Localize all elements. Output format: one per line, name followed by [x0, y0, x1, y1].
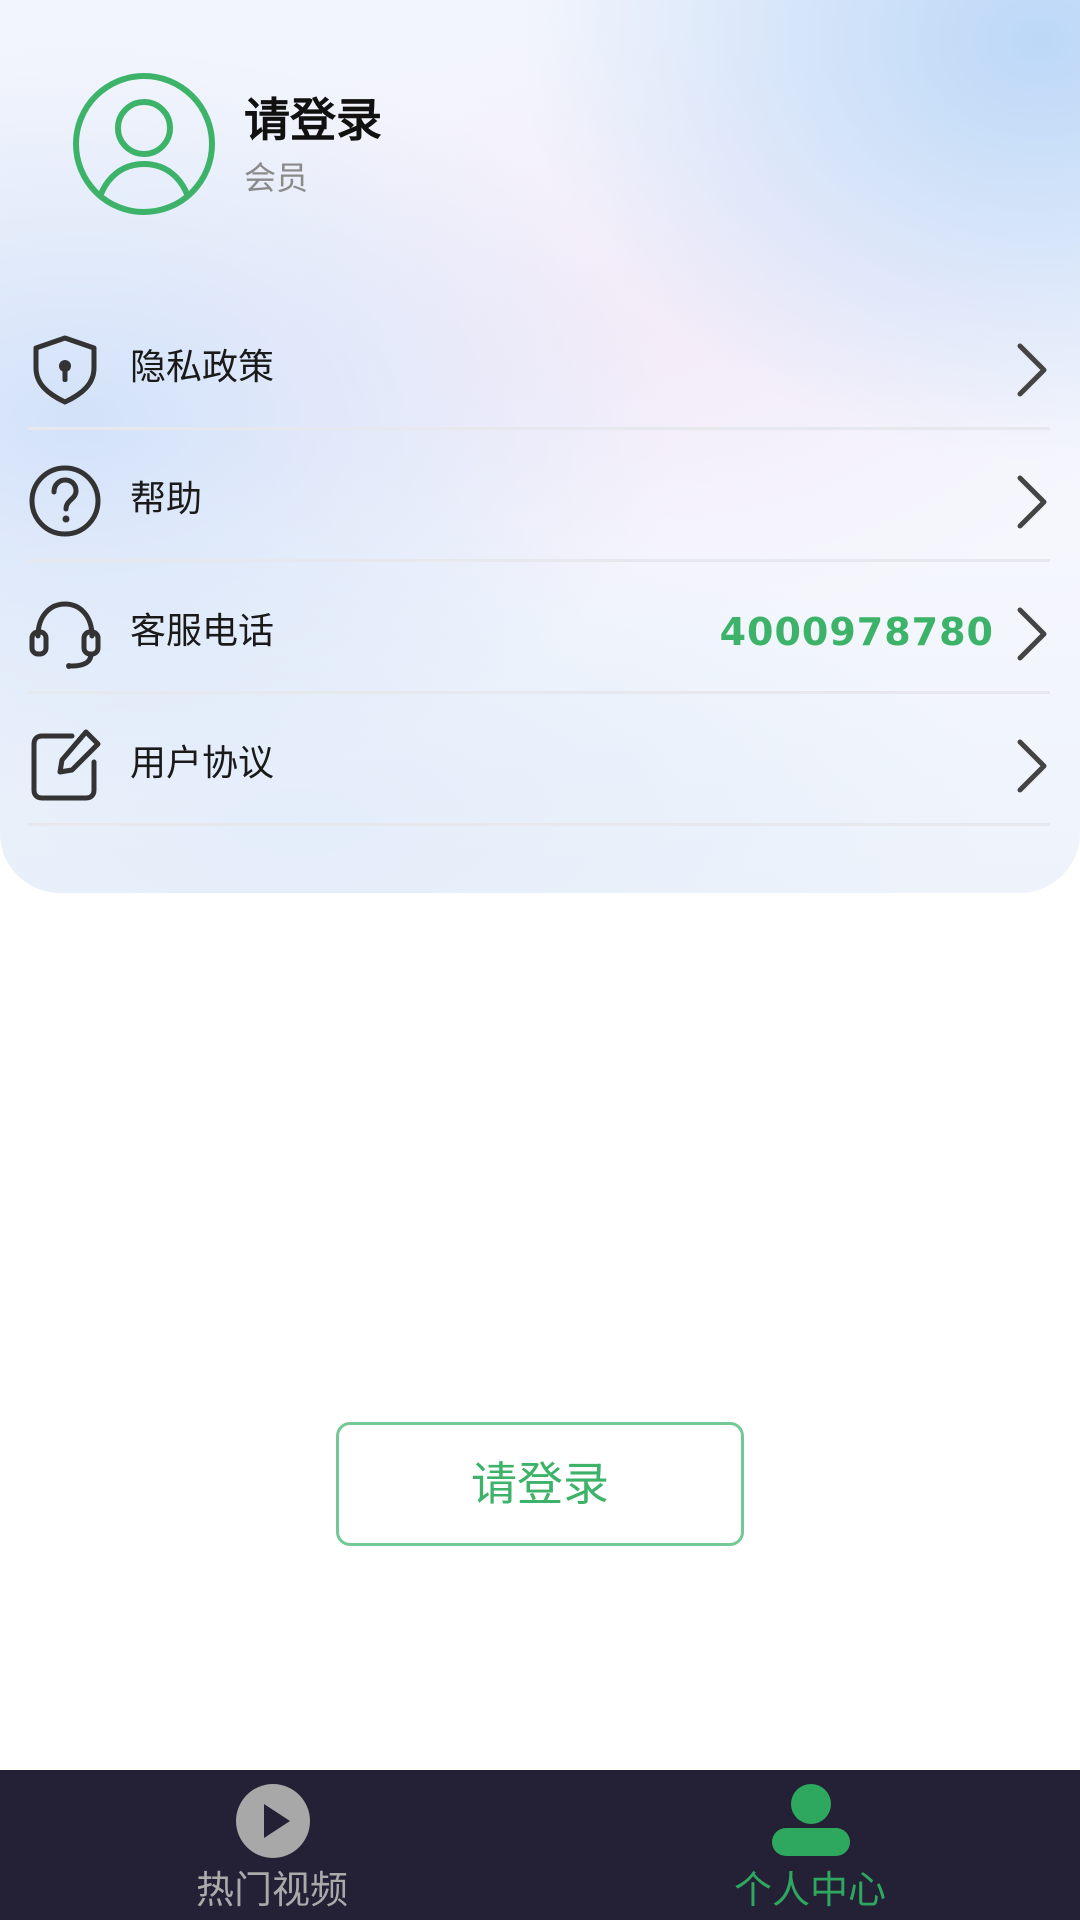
menu-item-label: 客服电话 [130, 611, 275, 652]
chevron-right-icon [1014, 606, 1050, 662]
user-avatar-icon [73, 73, 215, 215]
tab-label: 热门视频 [195, 1868, 348, 1912]
headset-icon [28, 596, 102, 670]
person-icon [772, 1782, 850, 1860]
profile-card: 请登录 会员 隐私政策 帮助 客服电话 4000978780 用户协议 [0, 0, 1080, 893]
menu-item-user-agreement[interactable]: 用户协议 [28, 696, 1050, 826]
chevron-right-icon [1014, 342, 1050, 398]
question-icon [28, 464, 102, 538]
chevron-right-icon [1014, 474, 1050, 530]
play-icon [234, 1782, 312, 1860]
menu-item-label: 用户协议 [130, 743, 275, 784]
login-button[interactable]: 请登录 [336, 1422, 744, 1546]
member-label: 会员 [244, 159, 309, 197]
avatar[interactable] [72, 72, 216, 216]
shield-icon [28, 332, 102, 406]
profile-name[interactable]: 请登录 [244, 92, 382, 148]
service-phone-number[interactable]: 4000978780 [720, 602, 994, 662]
tab-personal-center[interactable]: 个人中心 [660, 1770, 960, 1920]
edit-icon [28, 728, 102, 802]
chevron-right-icon [1014, 738, 1050, 794]
menu-item-customer-service[interactable]: 客服电话 4000978780 [28, 564, 1050, 694]
menu-item-label: 隐私政策 [130, 347, 275, 388]
page: 请登录 会员 隐私政策 帮助 客服电话 4000978780 用户协议 请登录 … [0, 0, 1080, 1920]
tab-hot-videos[interactable]: 热门视频 [122, 1770, 422, 1920]
settings-menu: 隐私政策 帮助 客服电话 4000978780 用户协议 [28, 300, 1050, 828]
menu-item-privacy-policy[interactable]: 隐私政策 [28, 300, 1050, 430]
tab-label: 个人中心 [733, 1868, 886, 1912]
menu-item-help[interactable]: 帮助 [28, 432, 1050, 562]
bottom-tab-bar: 热门视频 个人中心 [0, 1770, 1080, 1920]
menu-item-label: 帮助 [130, 479, 203, 520]
